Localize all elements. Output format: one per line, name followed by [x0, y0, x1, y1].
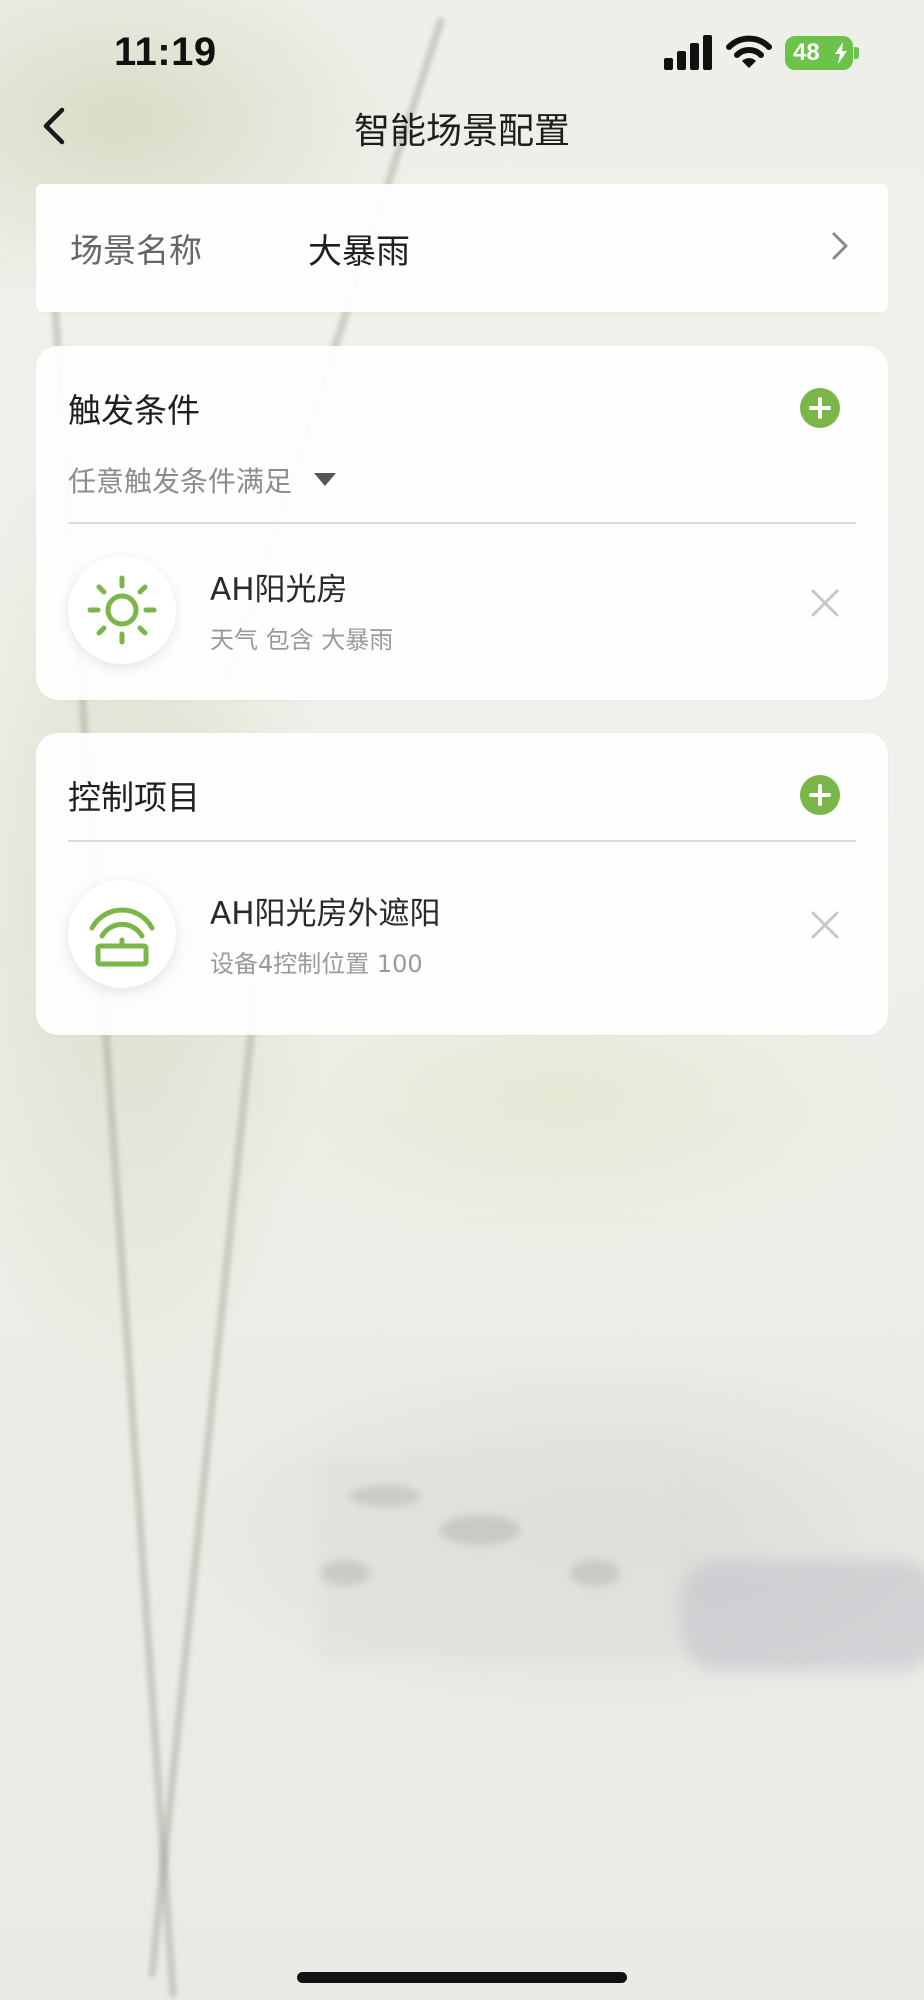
trigger-card: 触发条件 任意触发条件满足 AH阳光房 天气 包含 大暴雨	[36, 346, 888, 700]
trigger-mode-label: 任意触发条件满足	[68, 465, 293, 498]
trigger-item-icon	[68, 556, 176, 664]
battery-tip	[854, 47, 859, 59]
control-title: 控制项目	[68, 778, 200, 817]
chevron-right-icon	[832, 232, 848, 260]
awning-icon	[89, 907, 155, 967]
trigger-item[interactable]: AH阳光房 天气 包含 大暴雨	[36, 540, 888, 670]
caret-down-icon	[314, 473, 337, 486]
battery-level: 48	[793, 39, 820, 66]
trigger-item-subtitle: 天气 包含 大暴雨	[210, 626, 394, 654]
add-control-button[interactable]	[800, 775, 840, 815]
page-title: 智能场景配置	[353, 111, 570, 152]
charging-bolt-icon	[835, 42, 847, 64]
remove-trigger-button[interactable]	[808, 586, 842, 620]
divider	[68, 840, 856, 842]
battery-icon: 48	[785, 36, 853, 70]
wifi-icon	[726, 35, 772, 68]
scene-name-label: 场景名称	[70, 231, 202, 270]
plus-icon	[809, 784, 831, 806]
control-item-subtitle: 设备4控制位置 100	[210, 950, 423, 978]
trigger-title: 触发条件	[68, 391, 200, 430]
scene-name-row[interactable]: 场景名称 大暴雨	[36, 184, 888, 312]
trigger-item-title: AH阳光房	[210, 572, 348, 608]
scene-name-value: 大暴雨	[308, 232, 410, 272]
sun-icon	[87, 575, 157, 645]
signal-icon	[664, 35, 712, 70]
divider	[68, 522, 856, 524]
status-time: 11:19	[114, 30, 217, 74]
remove-control-button[interactable]	[808, 908, 842, 942]
control-item[interactable]: AH阳光房外遮阳 设备4控制位置 100	[36, 864, 888, 994]
home-indicator	[297, 1972, 627, 1983]
plus-icon	[809, 397, 831, 419]
add-trigger-button[interactable]	[800, 388, 840, 428]
control-item-title: AH阳光房外遮阳	[210, 896, 441, 932]
nav-bar: 智能场景配置	[0, 96, 924, 156]
control-card: 控制项目 AH阳光房外遮阳 设备4控制位置 100	[36, 733, 888, 1035]
status-bar: 11:19 48	[0, 0, 924, 110]
control-item-icon	[68, 880, 176, 988]
trigger-mode-dropdown[interactable]: 任意触发条件满足	[68, 460, 337, 500]
